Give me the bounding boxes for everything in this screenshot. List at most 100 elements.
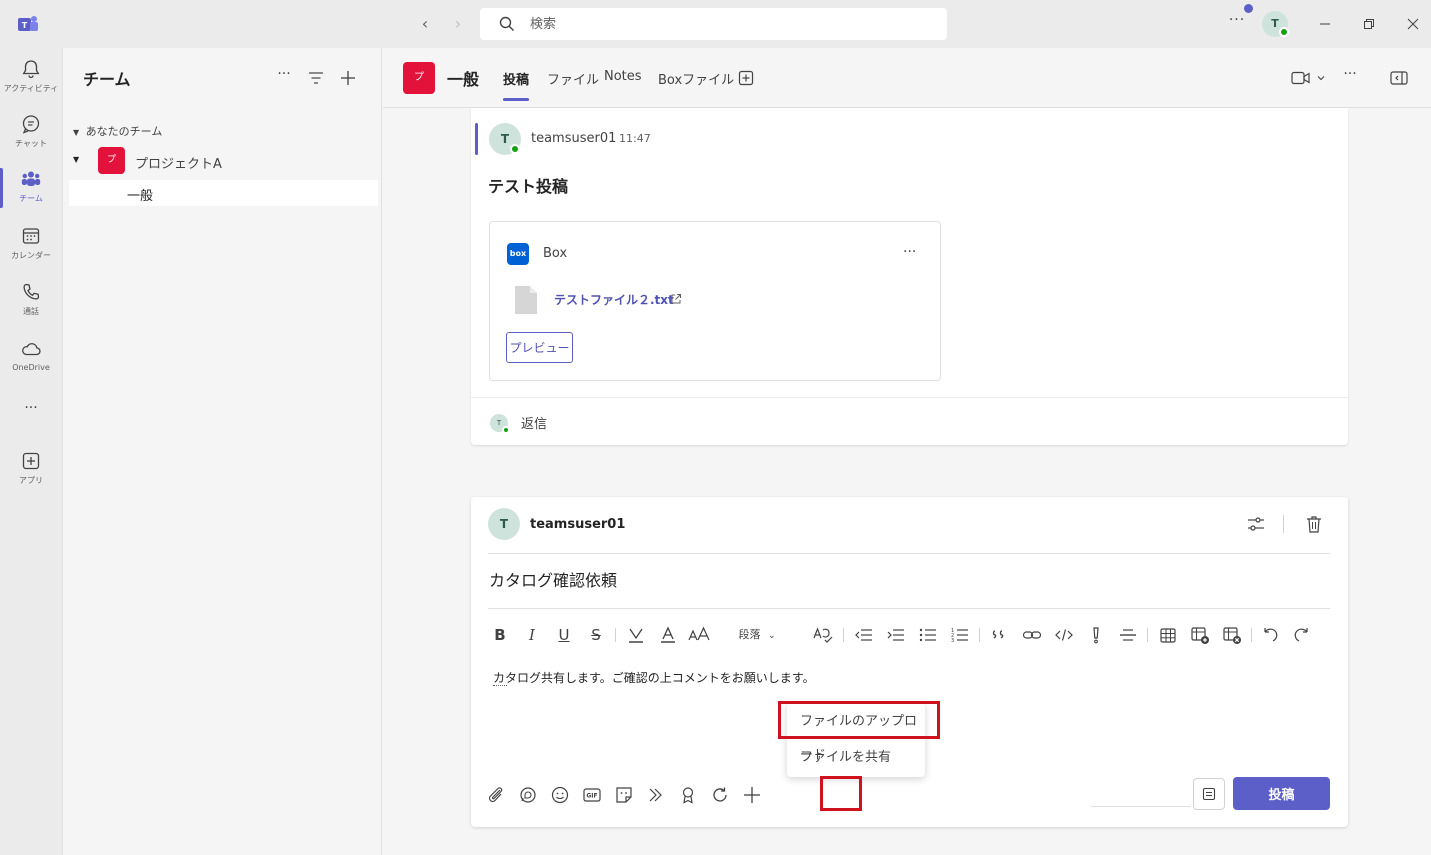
external-link-icon[interactable]	[670, 293, 682, 305]
font-color-icon[interactable]	[657, 622, 679, 648]
rail-label: 通話	[23, 307, 39, 316]
code-icon[interactable]	[1053, 622, 1075, 648]
redo-icon[interactable]	[1291, 622, 1313, 648]
quote-icon[interactable]	[989, 622, 1011, 648]
rail-item-teams[interactable]: チーム	[0, 168, 62, 208]
trash-icon[interactable]	[1303, 513, 1325, 535]
filter-icon[interactable]	[306, 68, 326, 88]
horizontal-rule-icon[interactable]	[1117, 622, 1139, 648]
file-link[interactable]: テストファイル２.txt	[554, 291, 674, 308]
more-options-icon[interactable]: ···	[1339, 66, 1361, 86]
section-your-teams[interactable]: ▼ あなたのチーム	[73, 123, 162, 139]
tab-box-files[interactable]: Boxファイル	[658, 69, 734, 88]
highlight-icon[interactable]	[625, 622, 647, 648]
clear-format-icon[interactable]	[811, 622, 835, 648]
menu-item-share-file[interactable]: ファイルを共有	[787, 741, 925, 775]
team-item-project-a[interactable]: ▼ プ プロジェクトA	[73, 147, 373, 175]
caret-down-icon: ▼	[73, 128, 80, 137]
post-options-icon[interactable]	[1245, 513, 1267, 535]
open-panel-icon[interactable]	[1389, 68, 1409, 88]
undo-icon[interactable]	[1259, 622, 1281, 648]
divider	[1091, 806, 1191, 807]
bullet-list-icon[interactable]	[917, 622, 939, 648]
meet-now-icon[interactable]	[645, 784, 667, 806]
reply-row[interactable]: T 返信	[471, 397, 1348, 445]
link-icon[interactable]	[1021, 622, 1043, 648]
praise-icon[interactable]	[677, 784, 699, 806]
teams-panel: チーム ··· ▼ あなたのチーム ▼ プ プロジェクトA 一般	[62, 48, 382, 855]
search-icon	[499, 16, 514, 31]
restore-icon[interactable]	[1357, 12, 1381, 36]
outdent-icon[interactable]	[853, 622, 875, 648]
search-input[interactable]	[530, 14, 930, 34]
rail-item-activity[interactable]: アクティビティ	[0, 58, 62, 94]
search-box[interactable]	[480, 8, 947, 40]
minimize-icon[interactable]	[1313, 12, 1337, 36]
schedule-send-button[interactable]	[1193, 778, 1225, 810]
paragraph-style-dropdown[interactable]: 段落 ⌄	[729, 622, 785, 648]
note-icon	[1202, 787, 1216, 801]
italic-button[interactable]: I	[521, 622, 543, 648]
forward-arrow-icon[interactable]: ›	[448, 14, 468, 33]
post-button[interactable]: 投稿	[1233, 777, 1330, 810]
gif-icon[interactable]: GIF	[581, 784, 603, 806]
rail-item-chat[interactable]: チャット	[0, 113, 62, 149]
insert-table-row-icon[interactable]	[1189, 622, 1211, 648]
add-tab-icon[interactable]	[737, 68, 755, 88]
team-name: プロジェクトA	[135, 157, 222, 172]
underline-button[interactable]: U	[553, 622, 575, 648]
channel-title: 一般	[447, 70, 480, 89]
more-options-icon[interactable]: ···	[274, 66, 294, 86]
chevron-down-icon: ⌄	[767, 631, 776, 641]
delete-table-icon[interactable]	[1221, 622, 1243, 648]
meet-video-icon[interactable]	[1291, 68, 1325, 88]
refresh-icon[interactable]	[709, 784, 731, 806]
more-options-icon[interactable]: ···	[1226, 12, 1248, 32]
loop-icon[interactable]	[517, 784, 539, 806]
highlight-box	[778, 701, 940, 739]
plus-icon[interactable]	[741, 784, 763, 806]
calendar-icon	[22, 228, 40, 244]
presence-available-icon	[502, 426, 510, 434]
rail-item-apps[interactable]: アプリ	[0, 450, 62, 486]
presence-available-icon	[510, 144, 520, 154]
more-options-icon[interactable]: ···	[903, 244, 916, 260]
message-author[interactable]: teamsuser01	[531, 131, 616, 146]
rail-item-calendar[interactable]: カレンダー	[0, 225, 62, 261]
message-body[interactable]: カタログ共有します。ご確認の上コメントをお願いします。	[493, 669, 815, 686]
chat-icon	[22, 115, 40, 134]
teams-logo-icon[interactable]: T	[17, 13, 39, 35]
strikethrough-button[interactable]: S	[585, 622, 607, 648]
bold-button[interactable]: B	[489, 622, 511, 648]
subject-input[interactable]	[489, 569, 1329, 588]
message-time: 11:47	[619, 132, 651, 145]
spellcheck-mark	[493, 685, 507, 686]
toolbar-separator	[1251, 628, 1252, 642]
message-card: T teamsuser01 11:47 テスト投稿 box Box ··· テス…	[471, 108, 1348, 445]
preview-button[interactable]: プレビュー	[506, 332, 573, 363]
section-label: あなたのチーム	[85, 125, 163, 138]
channel-item-general[interactable]: 一般	[69, 180, 378, 206]
important-icon[interactable]	[1085, 622, 1107, 648]
attach-icon[interactable]	[485, 784, 507, 806]
back-arrow-icon[interactable]: ‹	[415, 14, 435, 33]
numbered-list-icon[interactable]: 123	[949, 622, 971, 648]
tab-notes[interactable]: Notes	[604, 69, 642, 84]
svg-text:3: 3	[951, 638, 954, 644]
tab-files[interactable]: ファイル	[547, 69, 599, 88]
font-size-icon[interactable]	[687, 622, 711, 648]
indent-icon[interactable]	[885, 622, 907, 648]
sticker-icon[interactable]	[613, 784, 635, 806]
close-icon[interactable]	[1401, 12, 1425, 36]
composer-avatar-initial: T	[499, 517, 509, 531]
add-icon[interactable]	[338, 68, 358, 88]
table-icon[interactable]	[1157, 622, 1179, 648]
rail-item-onedrive[interactable]: OneDrive	[0, 338, 62, 372]
divider	[1283, 515, 1284, 533]
rail-more-icon[interactable]: ···	[0, 400, 62, 416]
svg-text:T: T	[22, 21, 28, 30]
title-bar: T ‹ › ··· T	[0, 0, 1431, 48]
tab-posts[interactable]: 投稿	[503, 69, 530, 101]
rail-item-calls[interactable]: 通話	[0, 281, 62, 317]
emoji-icon[interactable]	[549, 784, 571, 806]
